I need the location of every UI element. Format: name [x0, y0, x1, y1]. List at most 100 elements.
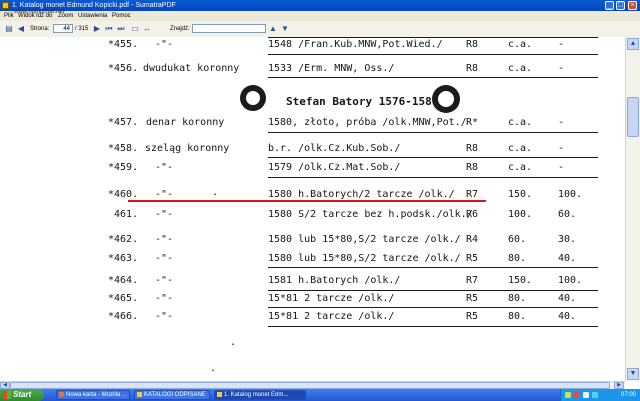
last-page-icon[interactable]: ⏭: [116, 24, 126, 34]
menu-file[interactable]: Plik: [4, 11, 14, 21]
app-icon: [2, 2, 9, 9]
coin-name: -"-: [155, 234, 174, 245]
row-number: *466.: [108, 311, 139, 322]
horizontal-scrollbar[interactable]: ◀ ▶: [0, 381, 625, 389]
coin-description: 1581 h.Batorych /olk./: [268, 275, 401, 286]
scroll-left-icon[interactable]: ◀: [0, 382, 10, 389]
coin-name: -"-: [155, 311, 174, 322]
fit-page-icon[interactable]: ▭: [130, 24, 140, 34]
price-2: 30.: [558, 234, 577, 245]
rarity: R*: [466, 117, 479, 128]
rarity: R5: [466, 311, 479, 322]
price-1: c.a.: [508, 39, 533, 50]
price-1: 60.: [508, 234, 527, 245]
sumatra-icon: [217, 392, 222, 397]
price-1: 150.: [508, 189, 533, 200]
price-2: 40.: [558, 311, 577, 322]
find-input[interactable]: [192, 24, 266, 33]
coin-name: dwudukat koronny: [143, 63, 240, 74]
title-bar: 1. Katalog monet Edmund Kopicki.pdf - Su…: [0, 0, 640, 11]
row-number: *455.: [108, 39, 139, 50]
coin-description: 1580 S/2 tarcze bez h.podsk./olk./: [268, 209, 473, 220]
coin-name: -"-: [155, 162, 174, 173]
start-label: Start: [13, 390, 32, 399]
tray-security-icon[interactable]: [574, 392, 580, 398]
prev-page-icon[interactable]: ◀: [16, 24, 26, 34]
watermark-text: www.numizmat.net: [14, 9, 65, 15]
menu-help[interactable]: Pomoc: [112, 11, 131, 21]
taskbar: Start Nowa karta - Mozilla ... KATALOGI …: [0, 389, 640, 401]
coin-name: -"-: [155, 209, 174, 220]
vertical-scrollbar[interactable]: ▲ ▼: [625, 37, 640, 381]
price-1: 80.: [508, 311, 527, 322]
document-viewer[interactable]: *455. -"- 1548 /Fran.Kub.MNW,Pot.Wied./ …: [0, 37, 640, 381]
horizontal-scroll-thumb[interactable]: [10, 382, 610, 389]
rarity: R8: [466, 162, 479, 173]
tray-network-icon[interactable]: [565, 392, 571, 398]
task-folder[interactable]: KATALOGI ODPISANE: [134, 390, 210, 400]
tray-volume-icon[interactable]: [583, 392, 589, 398]
windows-logo-icon: [3, 391, 11, 399]
find-label: Znajdź:: [170, 26, 190, 32]
fit-width-icon[interactable]: ↔: [142, 24, 152, 34]
scan-dot: .: [210, 363, 217, 374]
rarity: R8: [466, 143, 479, 154]
coin-description: 1579 /olk.Cz.Mat.Sob./: [268, 162, 401, 173]
minimize-button[interactable]: _: [605, 1, 614, 10]
price-2: 40.: [558, 253, 577, 264]
task-sumatra[interactable]: 1. Katalog monet Edm...: [214, 390, 306, 400]
coin-description: 1533 /Erm. MNW, Oss./: [268, 63, 395, 74]
task-label: 1. Katalog monet Edm...: [224, 392, 289, 398]
price-2: -: [558, 143, 565, 154]
coin-name: -"-: [155, 275, 174, 286]
find-prev-icon[interactable]: ▲: [268, 24, 278, 34]
page-number-input[interactable]: 44: [53, 24, 73, 33]
row-rule: [268, 290, 598, 291]
firefox-icon: [59, 392, 64, 397]
price-1: 100.: [508, 209, 533, 220]
start-button[interactable]: Start: [0, 389, 44, 401]
rarity: R8: [466, 39, 479, 50]
close-button[interactable]: ×: [628, 1, 637, 10]
scroll-up-icon[interactable]: ▲: [627, 38, 639, 50]
task-firefox[interactable]: Nowa karta - Mozilla ...: [56, 390, 130, 400]
price-1: 150.: [508, 275, 533, 286]
row-number: *462.: [108, 234, 139, 245]
row-number: *456.: [108, 63, 139, 74]
vertical-scroll-thumb[interactable]: [627, 97, 639, 137]
row-number: *465.: [108, 293, 139, 304]
scroll-right-icon[interactable]: ▶: [614, 382, 624, 389]
open-icon[interactable]: ▤: [4, 24, 14, 34]
price-1: 80.: [508, 293, 527, 304]
rarity: R8: [466, 63, 479, 74]
scan-dot: .: [230, 337, 237, 348]
scan-dot: .: [212, 187, 219, 198]
next-page-icon[interactable]: ▶: [92, 24, 102, 34]
price-1: 80.: [508, 253, 527, 264]
find-next-icon[interactable]: ▼: [280, 24, 290, 34]
row-rule: [268, 177, 598, 178]
maximize-button[interactable]: □: [616, 1, 625, 10]
coin-name: -"-: [155, 39, 174, 50]
coin-description: 15*81 2 tarcze /olk./: [268, 293, 395, 304]
scroll-down-icon[interactable]: ▼: [627, 368, 639, 380]
section-header: Stefan Batory 1576-1586: [286, 95, 439, 108]
row-rule: [268, 267, 598, 268]
first-page-icon[interactable]: ⏮: [104, 24, 114, 34]
menu-settings[interactable]: Ustawienia: [78, 11, 107, 21]
rarity: R5: [466, 293, 479, 304]
row-number: *457.: [108, 117, 139, 128]
coin-description: 15*81 2 tarcze /olk./: [268, 311, 395, 322]
rarity: R5: [466, 253, 479, 264]
clock: 07:00: [620, 392, 636, 398]
row-number: *464.: [108, 275, 139, 286]
coin-description: 1580 lub 15*80,S/2 tarcze /olk./: [268, 253, 461, 264]
price-2: 100.: [558, 275, 583, 286]
row-rule: [268, 54, 598, 55]
row-rule: [268, 132, 598, 133]
tray-app-icon[interactable]: [592, 392, 598, 398]
coin-name: denar koronny: [146, 117, 225, 128]
row-rule: [268, 77, 598, 78]
coin-arms-inner: [438, 91, 454, 107]
page-label: Strona:: [30, 26, 50, 32]
